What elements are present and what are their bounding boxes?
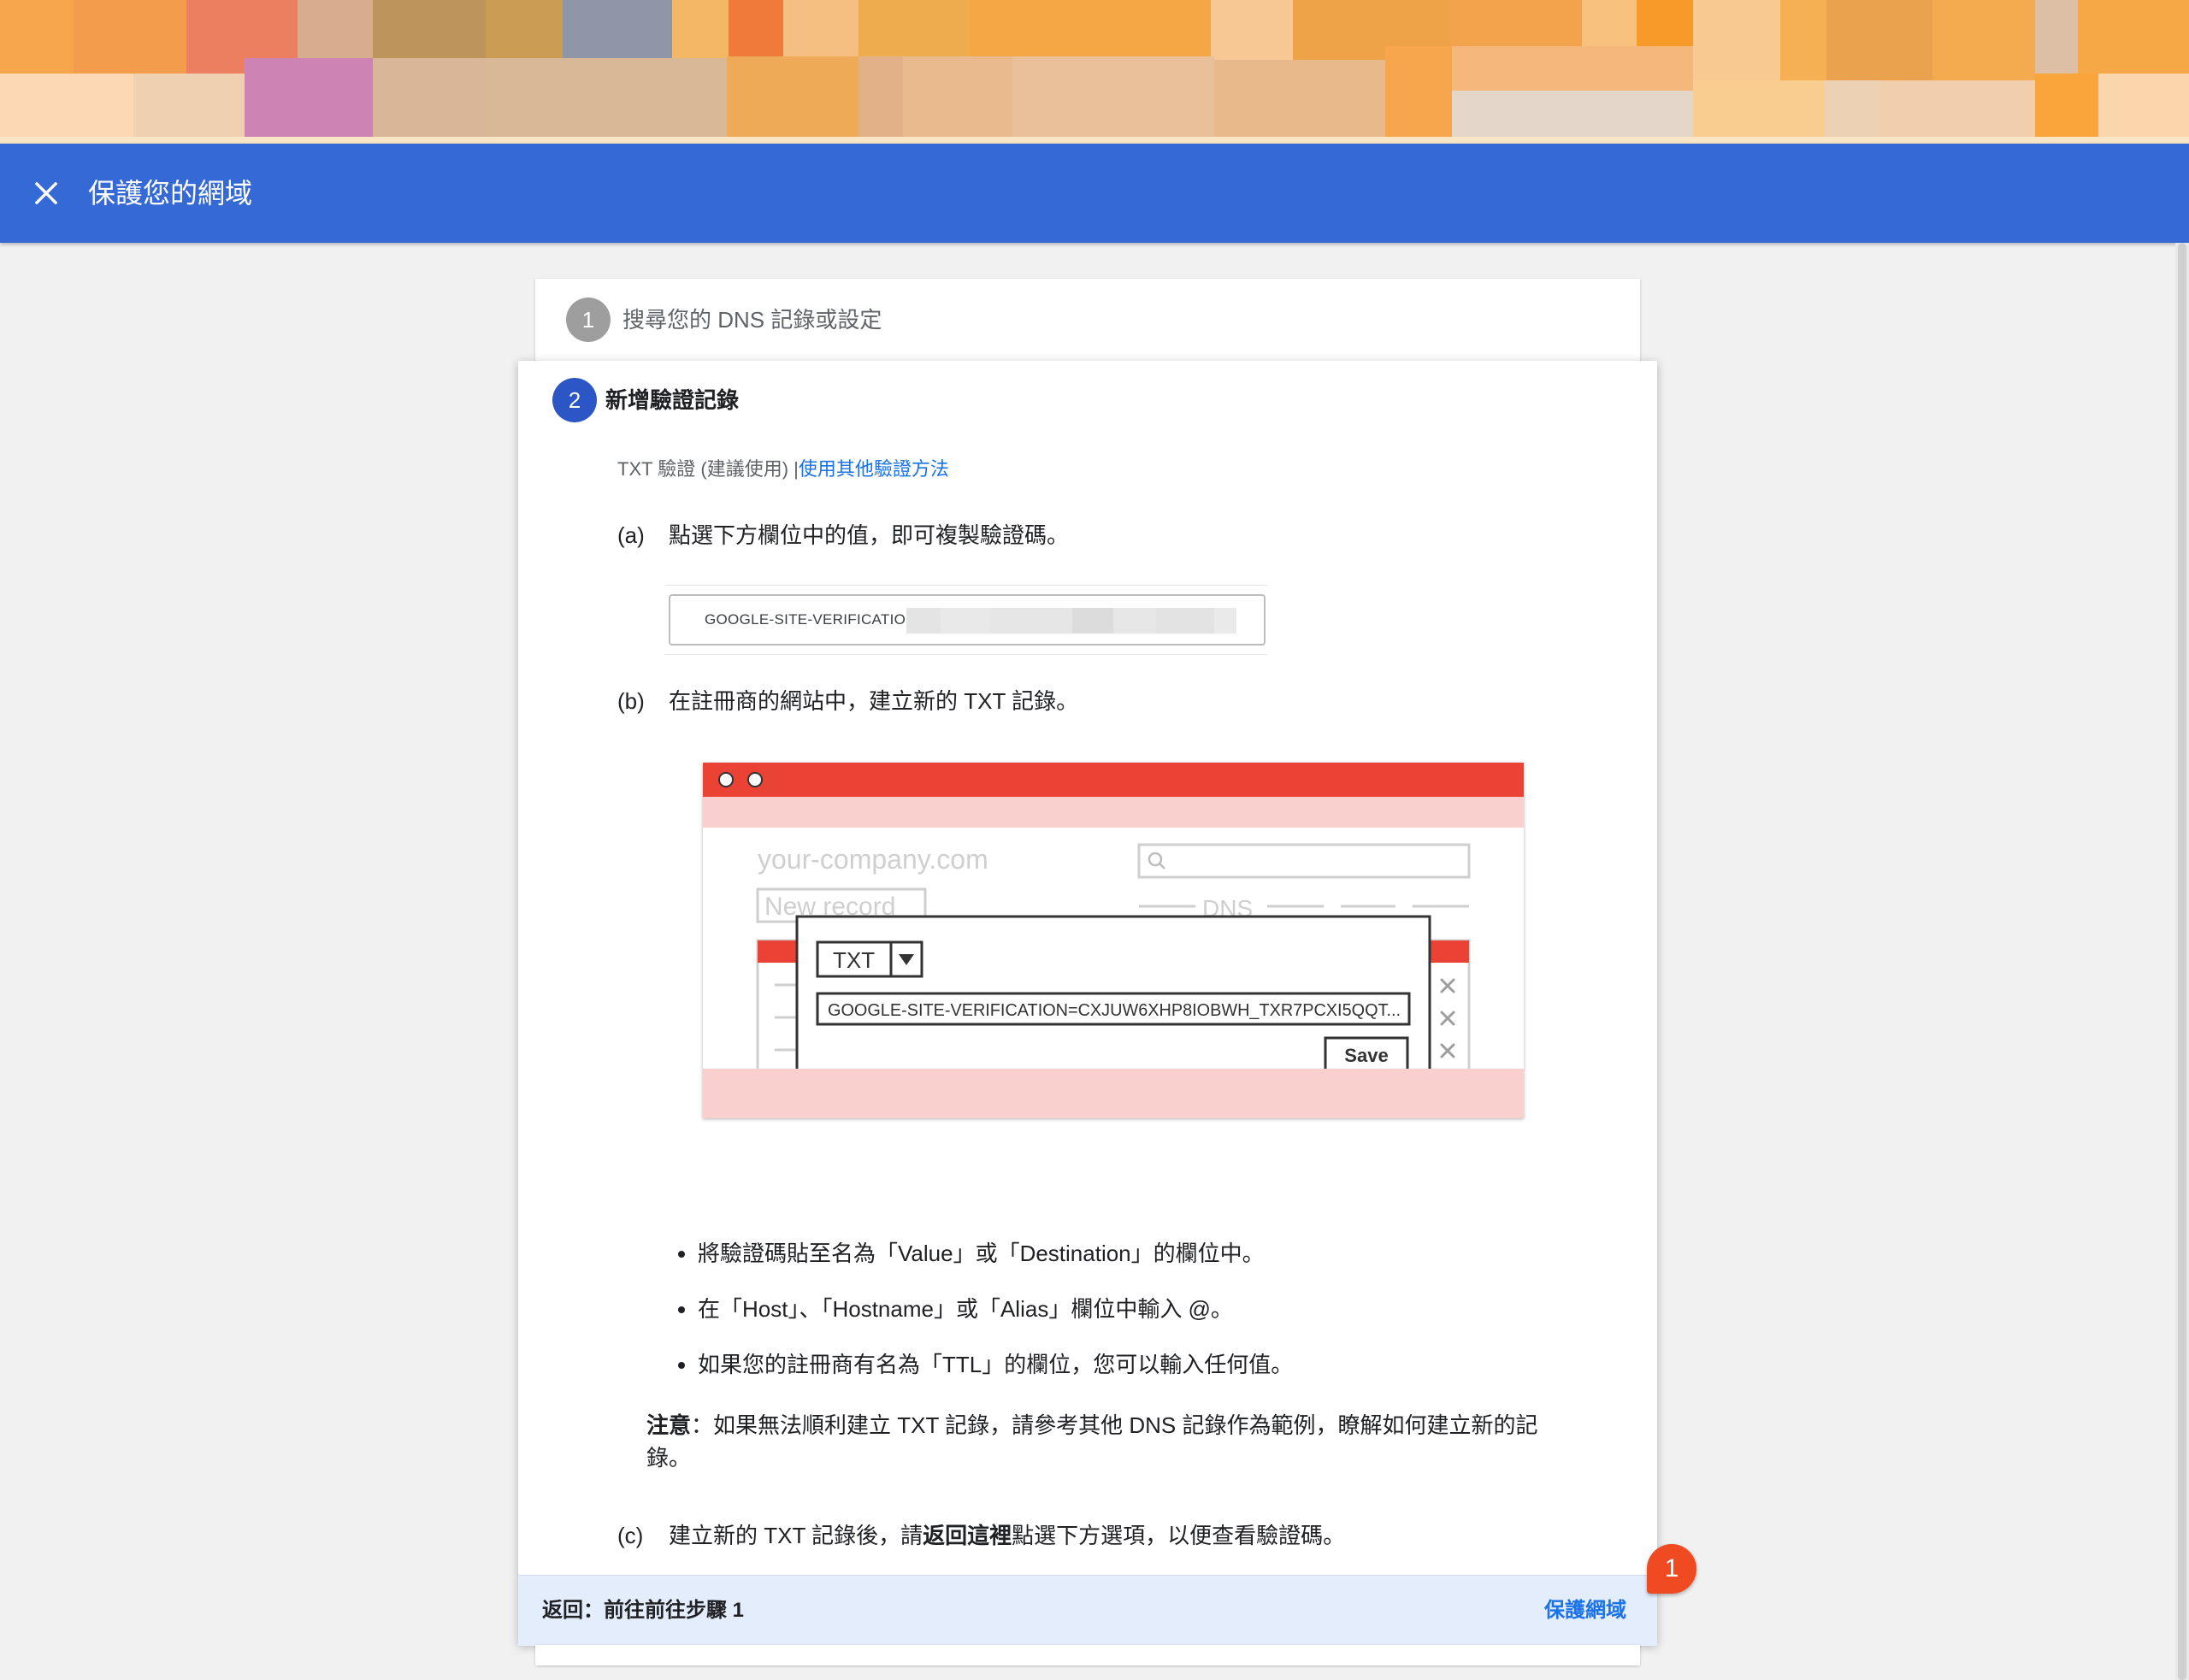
- instructions-list: 將驗證碼貼至名為「Value」或「Destination」的欄位中。 在「Hos…: [665, 1238, 1621, 1405]
- other-methods-link[interactable]: 使用其他驗證方法: [799, 458, 949, 480]
- verification-code-prefix: GOOGLE-SITE-VERIFICATION=: [705, 611, 925, 628]
- page-title: 保護您的網域: [88, 178, 253, 209]
- scrollbar-thumb[interactable]: [2178, 243, 2186, 1680]
- instruction-b-text: 在註冊商的網站中，建立新的 TXT 記錄。: [669, 688, 1079, 714]
- illustration-record-type: TXT: [833, 947, 875, 973]
- txt-verification-label: TXT 驗證 (建議使用) |: [617, 458, 799, 480]
- list-item: 將驗證碼貼至名為「Value」或「Destination」的欄位中。: [698, 1238, 1621, 1269]
- verification-method-line: TXT 驗證 (建議使用) |使用其他驗證方法: [617, 457, 949, 482]
- illustration-graphic: your-company.com New record DNS TXT GOOG…: [703, 763, 1524, 1118]
- verification-code-field[interactable]: GOOGLE-SITE-VERIFICATION=: [669, 594, 1266, 645]
- illustration-txt-value: GOOGLE-SITE-VERIFICATION=CXJUW6XHP8IOBWH…: [828, 1001, 1401, 1020]
- close-button[interactable]: [26, 173, 67, 214]
- step-1-number: 1: [566, 298, 611, 342]
- next-step-card-edge: [535, 1645, 1640, 1665]
- verification-code-area: GOOGLE-SITE-VERIFICATION=: [665, 585, 1267, 655]
- illustration-save-button: Save: [1344, 1045, 1388, 1066]
- close-icon: [35, 182, 57, 204]
- step-2-label: 新增驗證記錄: [605, 387, 740, 413]
- step-footer: 返回：前往前往步驟 1 保護網域: [518, 1575, 1657, 1646]
- illustration-domain-text: your-company.com: [758, 844, 988, 875]
- step-2-card: 2 新增驗證記錄 TXT 驗證 (建議使用) |使用其他驗證方法 (a) 點選下方…: [518, 361, 1657, 1646]
- instruction-b-letter: (b): [617, 688, 645, 714]
- instruction-c-text-bold: 返回這裡: [923, 1523, 1012, 1548]
- protect-domain-button[interactable]: 保護網域: [1544, 1576, 1626, 1646]
- instruction-c: (c) 建立新的 TXT 記錄後，請返回這裡點選下方選項，以便查看驗證碼。: [617, 1520, 1345, 1551]
- instruction-a: (a) 點選下方欄位中的值，即可複製驗證碼。: [617, 520, 1069, 551]
- blurred-banner-image: [0, 0, 2189, 144]
- list-item: 在「Host」、「Hostname」或「Alias」欄位中輸入 @。: [698, 1294, 1621, 1324]
- instruction-c-text-before: 建立新的 TXT 記錄後，請: [669, 1523, 923, 1548]
- app-bar: 保護您的網域: [0, 144, 2189, 243]
- instruction-b: (b) 在註冊商的網站中，建立新的 TXT 記錄。: [617, 686, 1078, 716]
- scrollbar[interactable]: [2175, 243, 2189, 1680]
- instruction-c-text-after: 點選下方選項，以便查看驗證碼。: [1012, 1523, 1346, 1548]
- note-label: 注意: [646, 1412, 692, 1438]
- instruction-a-text: 點選下方欄位中的值，即可複製驗證碼。: [669, 522, 1070, 548]
- instruction-a-letter: (a): [617, 522, 645, 548]
- list-item: 如果您的註冊商有名為「TTL」的欄位，您可以輸入任何值。: [698, 1349, 1621, 1380]
- instruction-c-letter: (c): [617, 1523, 644, 1548]
- registrar-illustration: your-company.com New record DNS TXT GOOG…: [703, 763, 1524, 1118]
- notification-badge[interactable]: 1: [1647, 1544, 1696, 1594]
- note-text: 注意：如果無法順利建立 TXT 記錄，請參考其他 DNS 記錄作為範例，瞭解如何…: [646, 1409, 1570, 1474]
- step-1-label: 搜尋您的 DNS 記錄或設定: [622, 307, 882, 333]
- note-body: ：如果無法順利建立 TXT 記錄，請參考其他 DNS 記錄作為範例，瞭解如何建立…: [646, 1412, 1538, 1471]
- step-2-number: 2: [552, 378, 597, 422]
- redacted-code-value: [906, 608, 1236, 634]
- back-to-step-1-button[interactable]: 返回：前往前往步驟 1: [542, 1576, 744, 1646]
